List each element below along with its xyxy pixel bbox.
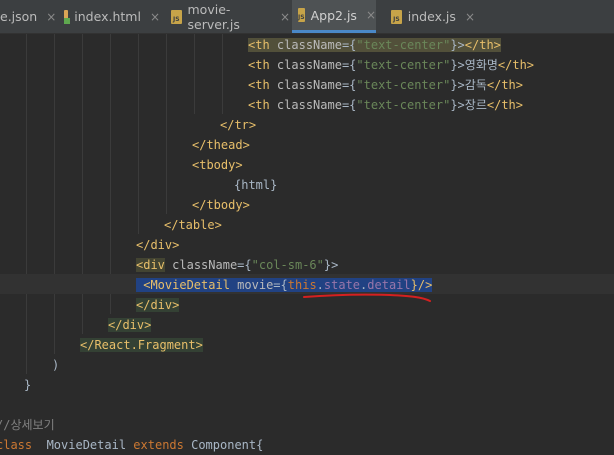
close-icon[interactable]: ×	[366, 8, 376, 22]
tab-label: movie-server.js	[187, 1, 240, 32]
indent-guide	[194, 34, 195, 114]
code-line: </table>	[164, 218, 222, 232]
close-icon[interactable]: ×	[465, 10, 475, 24]
code-line: {html}	[234, 178, 278, 192]
tab-app2-js[interactable]: JS App2.js ×	[292, 0, 376, 33]
indent-guide	[110, 34, 111, 314]
code-line: }	[24, 378, 32, 392]
code-line: <th className={"text-center"}>영화명</th>	[248, 58, 535, 72]
code-line: //상세보기	[0, 418, 55, 432]
code-line: </tbody>	[192, 198, 250, 212]
code-line: </div>	[136, 298, 180, 312]
tab-movie-server-js[interactable]: JS movie-server.js ×	[165, 0, 290, 33]
code-line: </thead>	[192, 138, 250, 152]
indent-guide	[222, 34, 223, 114]
code-line: </div>	[108, 318, 152, 332]
editor-tab-bar: e.json × index.html × JS movie-server.js…	[0, 0, 614, 34]
close-icon[interactable]: ×	[46, 10, 56, 24]
indent-guide	[54, 34, 55, 354]
js-file-icon: JS	[171, 9, 182, 24]
close-icon[interactable]: ×	[280, 10, 290, 24]
js-file-icon: JS	[391, 9, 402, 24]
tab-label: e.json	[0, 9, 38, 24]
code-line: <th className={"text-center"}>감독</th>	[248, 78, 523, 92]
code-line: }	[0, 395, 1, 415]
tab-index-html[interactable]: index.html ×	[58, 0, 160, 33]
indent-guide	[166, 34, 167, 214]
code-line: </React.Fragment>	[80, 338, 203, 352]
code-line: )	[52, 358, 60, 372]
code-line: <tbody>	[192, 158, 243, 172]
tab-label: App2.js	[310, 7, 357, 23]
close-icon[interactable]: ×	[150, 10, 160, 24]
code-line: class MovieDetail extends Component{	[0, 438, 264, 452]
red-underline-annotation	[303, 293, 431, 302]
tab-index-js[interactable]: JS index.js ×	[385, 0, 475, 33]
tab-label: index.js	[407, 9, 456, 24]
html-file-icon	[64, 9, 71, 24]
tab-label: index.html	[74, 9, 141, 24]
code-editor[interactable]: <th className={"text-center"}></th> <th …	[0, 34, 614, 452]
code-line: <div className={"col-sm-6"}>	[136, 258, 339, 272]
tab-e-json[interactable]: e.json ×	[0, 0, 56, 33]
js-file-icon: JS	[298, 8, 305, 22]
code-line: </div>	[136, 238, 180, 252]
indent-guide	[138, 34, 139, 234]
code-line: <th className={"text-center"}></th>	[248, 38, 501, 52]
code-line: </tr>	[220, 118, 257, 132]
indent-guide	[26, 34, 27, 374]
code-line: <th className={"text-center"}>장르</th>	[248, 98, 523, 112]
